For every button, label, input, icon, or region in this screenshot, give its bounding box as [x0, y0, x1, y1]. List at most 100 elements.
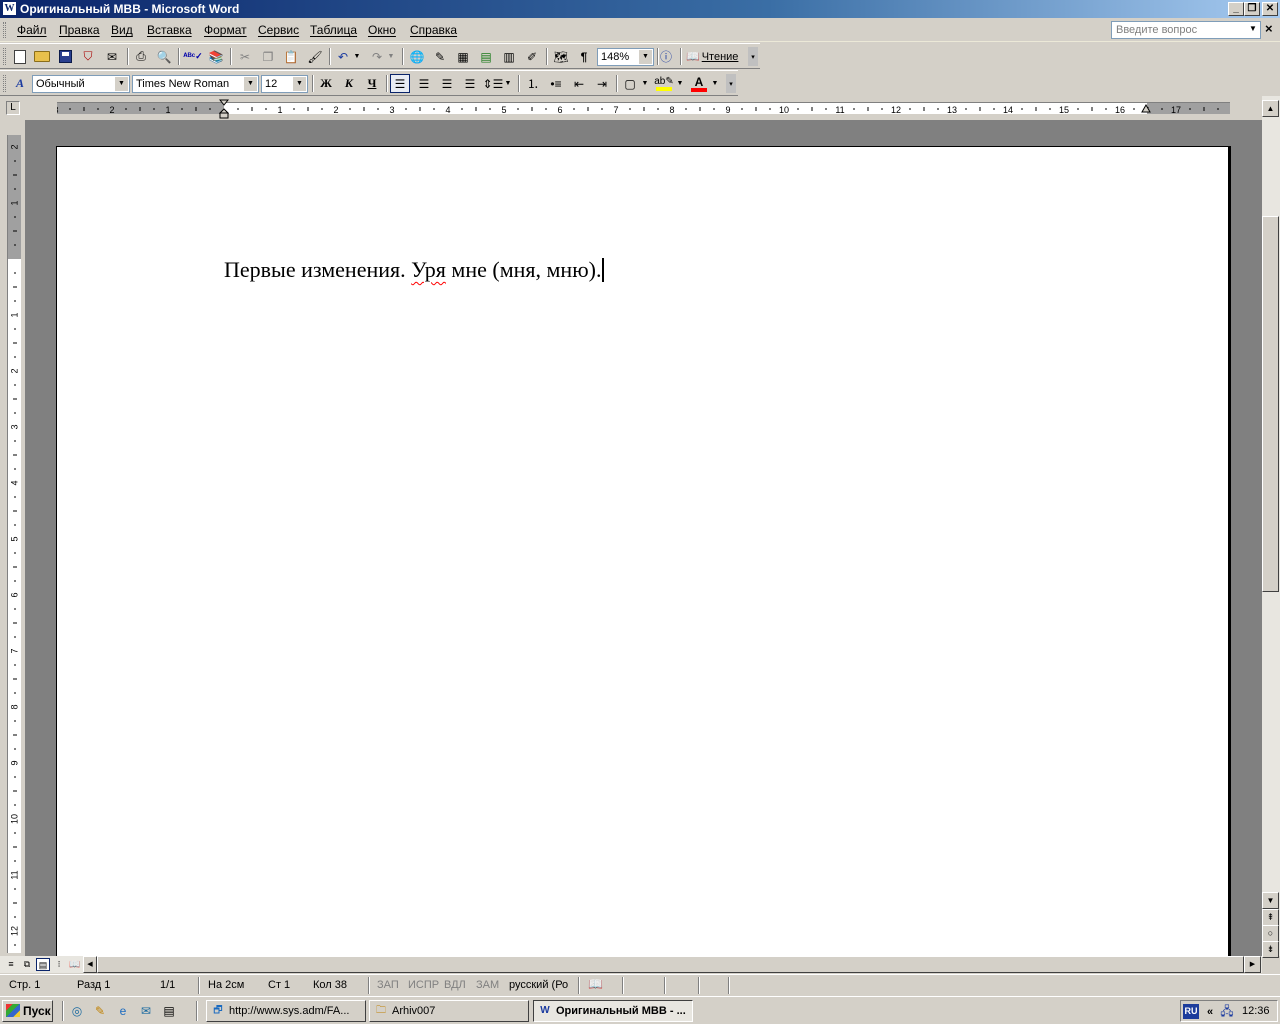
tray-expand-icon[interactable]: « — [1202, 1004, 1218, 1020]
chevron-down-icon[interactable]: ▼ — [639, 50, 652, 64]
menu-help[interactable]: Справка — [410, 23, 457, 37]
normal-view-button[interactable]: ≡ — [4, 958, 18, 971]
styles-pane-button[interactable]: A — [10, 74, 30, 93]
print-button[interactable]: ⎙ — [131, 47, 151, 66]
toolbar-grip[interactable] — [3, 48, 6, 65]
spelling-button[interactable]: ᴬᴮᶜ✓ — [183, 47, 203, 66]
columns-button[interactable]: ▥ — [499, 47, 519, 66]
style-combo[interactable]: Обычный ▼ — [32, 75, 130, 93]
bullets-button[interactable]: •≡ — [546, 74, 566, 93]
font-color-dropdown[interactable]: ▼ — [710, 74, 720, 93]
document-map-button[interactable]: 🗺 — [551, 47, 571, 66]
taskbar-task-browser[interactable]: 🗗 http://www.sys.adm/FA... — [206, 1000, 366, 1022]
font-color-button[interactable]: A — [689, 74, 709, 93]
font-combo[interactable]: Times New Roman ▼ — [132, 75, 259, 93]
status-overtype[interactable]: ЗАМ — [476, 979, 499, 991]
language-indicator[interactable]: RU — [1183, 1004, 1199, 1019]
word-app-icon[interactable]: W — [2, 1, 17, 16]
status-extend[interactable]: ВДЛ — [444, 979, 466, 991]
web-view-button[interactable]: ⧉ — [20, 958, 34, 971]
increase-indent-button[interactable]: ⇥ — [592, 74, 612, 93]
outline-view-button[interactable]: ⁝ — [52, 958, 66, 971]
spelling-status-icon[interactable]: 📖 — [588, 977, 603, 991]
close-button[interactable]: ✕ — [1262, 2, 1278, 16]
quicklaunch-app-icon[interactable]: ✎ — [92, 1003, 108, 1019]
help-dropdown-icon[interactable]: ▼ — [1249, 24, 1257, 33]
cut-button[interactable]: ✂ — [235, 47, 255, 66]
insert-excel-button[interactable]: ▤ — [476, 47, 496, 66]
restore-button[interactable]: ❐ — [1244, 2, 1260, 16]
menu-grip[interactable] — [3, 22, 6, 38]
internet-explorer-icon[interactable]: e — [115, 1003, 131, 1019]
scroll-down-button[interactable]: ▼ — [1262, 892, 1279, 909]
justify-button[interactable]: ☰ — [460, 74, 480, 93]
misspelled-word[interactable]: Уря — [411, 257, 446, 282]
line-spacing-dropdown[interactable]: ▼ — [503, 74, 513, 93]
outlook-icon[interactable]: ✉ — [138, 1003, 154, 1019]
menu-edit[interactable]: Правка — [59, 23, 100, 37]
help-search-input[interactable]: Введите вопрос — [1111, 21, 1261, 39]
menu-table[interactable]: Таблица — [310, 23, 357, 37]
underline-button[interactable]: Ч — [362, 74, 382, 93]
print-preview-button[interactable]: 🔍 — [154, 47, 174, 66]
scroll-up-button[interactable]: ▲ — [1262, 100, 1279, 117]
chevron-down-icon[interactable]: ▼ — [115, 77, 128, 91]
print-layout-button[interactable]: ▤ — [36, 958, 50, 971]
chevron-down-icon[interactable]: ▼ — [293, 77, 306, 91]
document-close-button[interactable]: × — [1265, 21, 1273, 36]
toolbar-options[interactable]: ▾ — [748, 47, 758, 66]
clock[interactable]: 12:36 — [1242, 1005, 1270, 1017]
research-button[interactable]: 📚 — [206, 47, 226, 66]
status-record[interactable]: ЗАП — [377, 979, 399, 991]
vertical-scroll-thumb[interactable] — [1262, 216, 1279, 592]
status-track-changes[interactable]: ИСПР — [408, 979, 439, 991]
line-spacing-button[interactable]: ⇕☰ — [483, 74, 504, 93]
font-size-combo[interactable]: 12 ▼ — [261, 75, 308, 93]
status-language[interactable]: русский (Ро — [509, 979, 568, 991]
borders-dropdown[interactable]: ▼ — [640, 74, 650, 93]
show-hide-button[interactable]: ¶ — [574, 47, 594, 66]
scroll-right-button[interactable]: ▶ — [1244, 956, 1261, 973]
save-button[interactable] — [55, 47, 75, 66]
insert-table-button[interactable]: ▦ — [453, 47, 473, 66]
align-center-button[interactable]: ☰ — [414, 74, 434, 93]
drawing-button[interactable]: ✐ — [522, 47, 542, 66]
menu-view[interactable]: Вид — [111, 23, 133, 37]
show-desktop-icon[interactable]: ◎ — [69, 1003, 85, 1019]
indent-markers[interactable] — [218, 99, 230, 119]
help-button[interactable]: ⓘ — [656, 47, 676, 66]
read-mode-button[interactable]: 📖 Чтение — [686, 47, 746, 66]
menu-insert[interactable]: Вставка — [147, 23, 192, 37]
permission-button[interactable]: ⛉ — [78, 47, 98, 66]
right-indent-marker[interactable] — [1141, 103, 1151, 114]
align-right-button[interactable]: ☰ — [437, 74, 457, 93]
decrease-indent-button[interactable]: ⇤ — [569, 74, 589, 93]
menu-file[interactable]: Файл — [17, 23, 47, 37]
scroll-left-button[interactable]: ◀ — [83, 956, 97, 973]
vertical-ruler[interactable]: 2 1 1 2 3 4 5 6 7 8 9 10 11 12 — [7, 135, 21, 953]
new-document-button[interactable] — [10, 47, 30, 66]
align-left-button[interactable]: ☰ — [390, 74, 410, 93]
menu-window[interactable]: Окно — [368, 23, 396, 37]
redo-dropdown[interactable]: ▼ — [386, 47, 396, 66]
undo-dropdown[interactable]: ▼ — [352, 47, 362, 66]
paste-button[interactable]: 📋 — [281, 47, 301, 66]
horizontal-ruler[interactable]: 3211234567891011121314151617 — [57, 102, 1230, 115]
highlight-button[interactable]: ab✎ — [654, 74, 674, 93]
redo-button[interactable]: ↷ — [367, 47, 387, 66]
toolbar-options[interactable]: ▾ — [726, 74, 736, 93]
vertical-scrollbar[interactable]: ▲ ▼ ⇞ ○ ⇟ — [1262, 96, 1280, 958]
horizontal-scroll-thumb[interactable] — [97, 956, 1244, 973]
select-browse-object-button[interactable]: ○ — [1262, 925, 1279, 942]
menu-format[interactable]: Формат — [204, 23, 247, 37]
chevron-down-icon[interactable]: ▼ — [244, 77, 257, 91]
zoom-combo[interactable]: 148% ▼ — [597, 48, 654, 66]
open-button[interactable] — [32, 47, 52, 66]
italic-button[interactable]: К — [339, 74, 359, 93]
numbering-button[interactable]: ⒈ — [523, 74, 543, 93]
next-page-button[interactable]: ⇟ — [1262, 941, 1279, 958]
reading-view-button[interactable]: 📖 — [68, 958, 82, 971]
network-icon[interactable]: 🖧 — [1219, 1003, 1235, 1019]
taskbar-task-word[interactable]: W Оригинальный МВВ - ... — [533, 1000, 693, 1022]
email-button[interactable]: ✉ — [102, 47, 122, 66]
